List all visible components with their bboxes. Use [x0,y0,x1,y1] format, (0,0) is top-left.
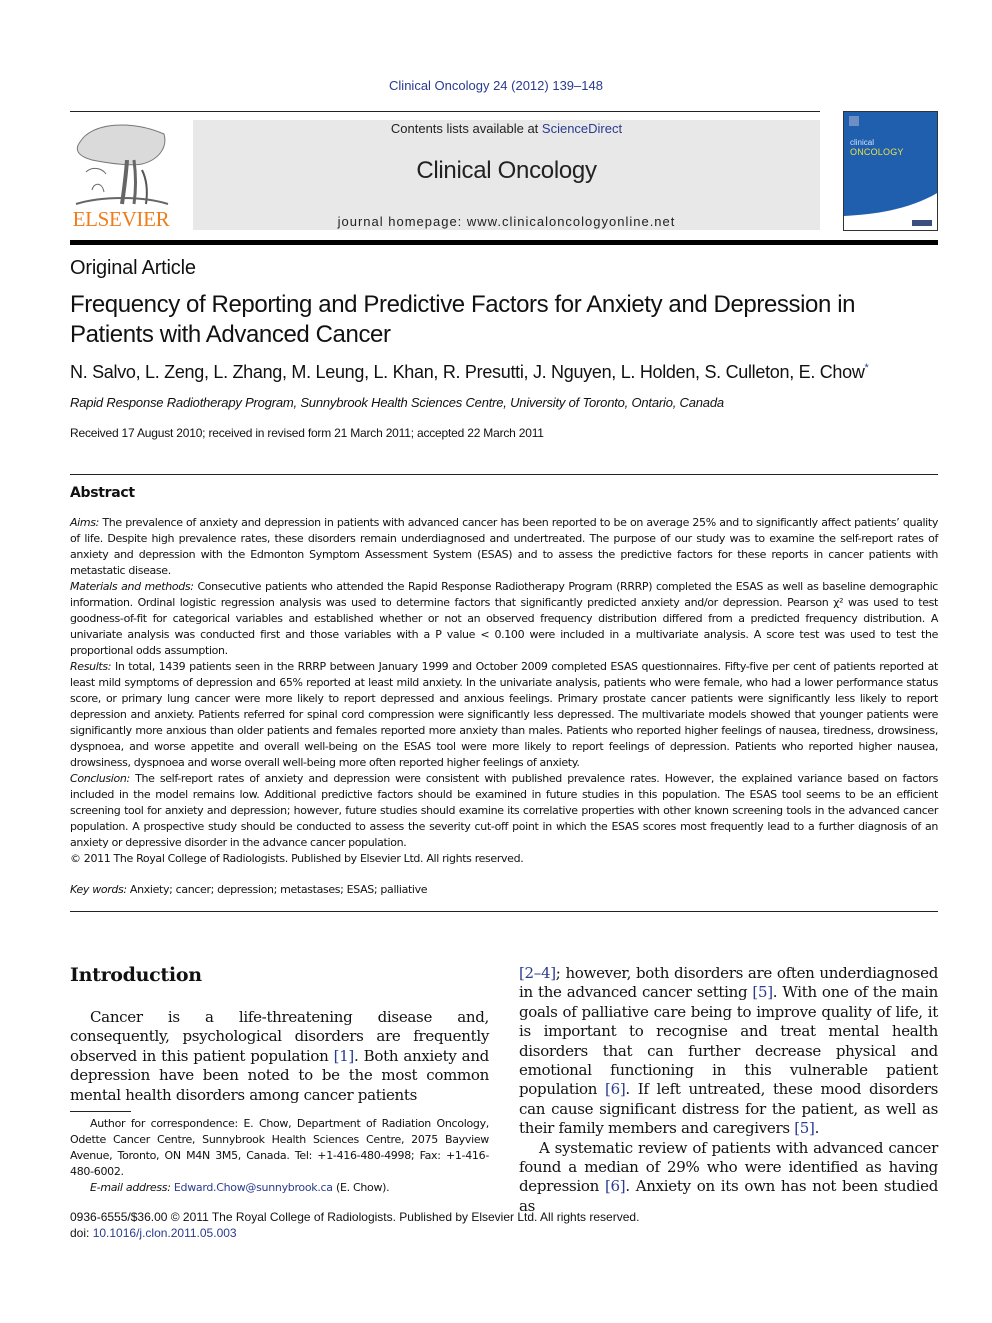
section-label: Materials and methods: [70,580,194,593]
reference-link[interactable]: [5] [794,1119,815,1137]
contents-prefix: Contents lists available at [390,121,542,136]
journal-citation[interactable]: Clinical Oncology 24 (2012) 139–148 [0,78,992,93]
abstract-heading: Abstract [70,485,135,501]
journal-homepage-link[interactable]: journal homepage: www.clinicaloncologyon… [193,214,820,229]
doi-label: doi: [70,1226,93,1240]
abstract-methods: Materials and methods: Consecutive patie… [70,579,938,659]
reference-link[interactable]: [6] [605,1177,626,1195]
header-thick-divider [70,240,938,245]
abstract-body: Aims: The prevalence of anxiety and depr… [70,515,938,867]
email-line: E-mail address: Edward.Chow@sunnybrook.c… [70,1180,489,1196]
section-text: Consecutive patients who attended the Ra… [70,580,938,657]
corresponding-author-mark[interactable]: * [865,362,869,374]
reference-link[interactable]: [5] [752,983,773,1001]
email-label: E-mail address: [90,1181,171,1194]
section-text: In total, 1439 patients seen in the RRRP… [70,660,938,769]
email-suffix: (E. Chow). [332,1181,390,1194]
body-text: . [814,1119,820,1138]
cover-title-line2: ONCOLOGY [850,147,904,157]
abstract-divider-top [70,474,938,475]
reference-link[interactable]: [6] [605,1080,626,1098]
correspondence-address: Author for correspondence: E. Chow, Depa… [70,1117,489,1178]
abstract-aims: Aims: The prevalence of anxiety and depr… [70,515,938,579]
reference-link[interactable]: [2–4] [519,964,556,982]
article-title: Frequency of Reporting and Predictive Fa… [70,291,856,348]
cover-title-line1: clinical [850,138,875,147]
doi-line: doi: 10.1016/j.clon.2011.05.003 [70,1225,770,1241]
elsevier-logo[interactable]: ELSEVIER [70,120,172,232]
section-text: The self-report rates of anxiety and dep… [70,772,938,849]
reference-link[interactable]: [1] [334,1047,355,1065]
author-list: N. Salvo, L. Zeng, L. Zhang, M. Leung, L… [70,362,950,383]
page-footer: 0936-6555/$36.00 © 2011 The Royal Colleg… [70,1209,770,1241]
introduction-heading: Introduction [70,964,202,986]
section-label: Results: [70,660,112,673]
keywords-label: Key words: [70,883,127,896]
issn-copyright: 0936-6555/$36.00 © 2011 The Royal Colleg… [70,1210,640,1224]
received-dates: Received 17 August 2010; received in rev… [70,426,544,440]
abstract-conclusion: Conclusion: The self-report rates of anx… [70,771,938,851]
email-link[interactable]: Edward.Chow@sunnybrook.ca [174,1181,333,1194]
authors: N. Salvo, L. Zeng, L. Zhang, M. Leung, L… [70,362,865,382]
journal-masthead: Contents lists available at ScienceDirec… [193,120,820,230]
doi-link[interactable]: 10.1016/j.clon.2011.05.003 [93,1226,237,1240]
keywords: Key words: Anxiety; cancer; depression; … [70,883,428,896]
elsevier-wordmark: ELSEVIER [72,207,170,231]
abstract-results: Results: In total, 1439 patients seen in… [70,659,938,771]
abstract-copyright: © 2011 The Royal College of Radiologists… [70,852,524,865]
abstract-divider-bottom [70,911,938,912]
section-text: The prevalence of anxiety and depression… [70,516,938,577]
header-divider [70,111,820,112]
article-type: Original Article [70,257,196,279]
contents-availability: Contents lists available at ScienceDirec… [193,121,820,136]
keywords-list: Anxiety; cancer; depression; metastases;… [126,883,428,896]
sciencedirect-link[interactable]: ScienceDirect [542,121,622,136]
affiliation: Rapid Response Radiotherapy Program, Sun… [70,395,724,410]
introduction-column-right: [2–4]; however, both disorders are often… [519,964,938,1216]
journal-name: Clinical Oncology [416,157,597,184]
cover-artwork-icon [844,112,937,226]
section-label: Aims: [70,516,99,529]
correspondence-footnote: Author for correspondence: E. Chow, Depa… [70,1116,489,1196]
elsevier-tree-icon [75,124,169,205]
introduction-paragraph-1-cont: [2–4]; however, both disorders are often… [519,964,938,1139]
journal-cover-thumbnail[interactable]: clinical ONCOLOGY [843,111,938,231]
section-label: Conclusion: [70,772,130,785]
introduction-paragraph-1-start: Cancer is a life-threatening disease and… [70,1008,489,1105]
citation-link[interactable]: Clinical Oncology 24 (2012) 139–148 [389,78,603,93]
footnote-divider [70,1111,131,1112]
introduction-paragraph-2: A systematic review of patients with adv… [519,1139,938,1217]
